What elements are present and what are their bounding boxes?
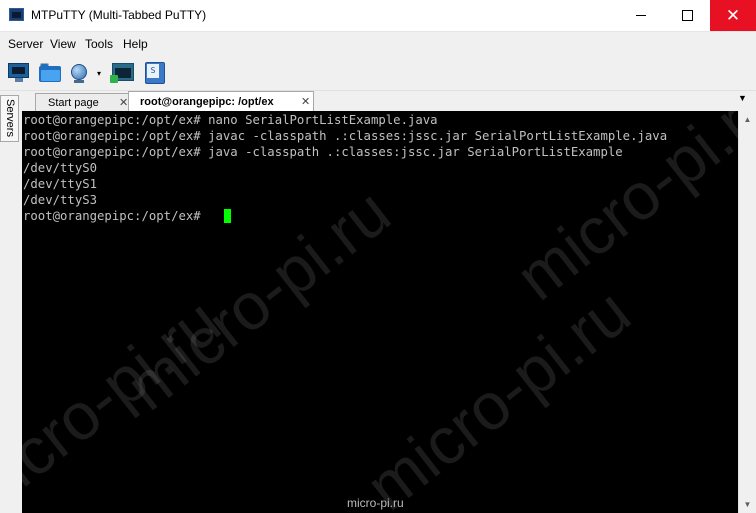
connect-dropdown-arrow-icon[interactable]: ▾ [97, 69, 101, 78]
tab-label: root@orangepipc: /opt/ex [140, 96, 274, 108]
send-script-button[interactable]: S [143, 61, 167, 85]
close-button[interactable]: ✕ [710, 0, 756, 31]
menu-help[interactable]: Help [123, 37, 148, 51]
new-server-button[interactable] [7, 61, 31, 85]
terminal-line: root@orangepipc:/opt/ex# nano SerialPort… [23, 113, 438, 127]
servers-side-tab[interactable]: Servers [0, 95, 19, 142]
terminal-screen[interactable]: micro-pi.ru micro-pi.ru micro-pi.ru micr… [22, 111, 738, 513]
open-button[interactable] [38, 61, 62, 85]
scroll-down-arrow-icon[interactable]: ▼ [739, 496, 756, 513]
app-icon [9, 8, 24, 21]
maximize-icon [681, 10, 693, 21]
toolbar: S [0, 56, 756, 91]
tab-close-icon[interactable]: ✕ [119, 96, 128, 109]
watermark: micro-pi.ru [352, 273, 644, 513]
maximize-button[interactable] [664, 0, 710, 31]
watermark-footer: micro-pi.ru [347, 496, 404, 510]
menu-tools[interactable]: Tools [85, 37, 113, 51]
close-icon: ✕ [725, 6, 741, 25]
menu-view[interactable]: View [50, 37, 76, 51]
connect-button[interactable] [68, 61, 92, 85]
terminal-line: /dev/ttyS0 [23, 161, 98, 175]
terminal-line: /dev/ttyS3 [23, 193, 98, 207]
minimize-button[interactable] [618, 0, 664, 31]
servers-label: Servers [4, 99, 16, 137]
tab-list-arrow-icon[interactable]: ▼ [738, 93, 750, 105]
terminal-cursor [224, 209, 231, 223]
tab-orangepipc-session[interactable]: root@orangepipc: /opt/ex ✕ [128, 91, 314, 111]
tab-start-page[interactable]: Start page ✕ [35, 93, 132, 111]
terminal-line: root@orangepipc:/opt/ex# javac -classpat… [23, 129, 668, 143]
tab-strip: Start page ✕ root@orangepipc: /opt/ex ✕ [22, 91, 756, 111]
tab-close-icon[interactable]: ✕ [301, 95, 310, 108]
terminal-line: /dev/ttyS1 [23, 177, 98, 191]
scroll-up-arrow-icon[interactable]: ▲ [739, 111, 756, 128]
watermark: micro-pi.ru [22, 283, 234, 513]
terminal-scrollbar[interactable]: ▲ ▼ [738, 111, 756, 513]
menu-server[interactable]: Server [8, 37, 43, 51]
title-bar: MTPuTTY (Multi-Tabbed PuTTY) ✕ [0, 0, 756, 32]
tab-label: Start page [48, 97, 99, 109]
minimize-icon [636, 15, 646, 16]
window-title: MTPuTTY (Multi-Tabbed PuTTY) [31, 8, 207, 22]
terminal-line: root@orangepipc:/opt/ex# java -classpath… [23, 145, 623, 159]
terminal-prompt: root@orangepipc:/opt/ex# [23, 209, 209, 223]
menu-bar: Server View Tools Help [0, 32, 756, 54]
script-glyph: S [147, 64, 159, 78]
run-putty-button[interactable] [110, 61, 135, 85]
